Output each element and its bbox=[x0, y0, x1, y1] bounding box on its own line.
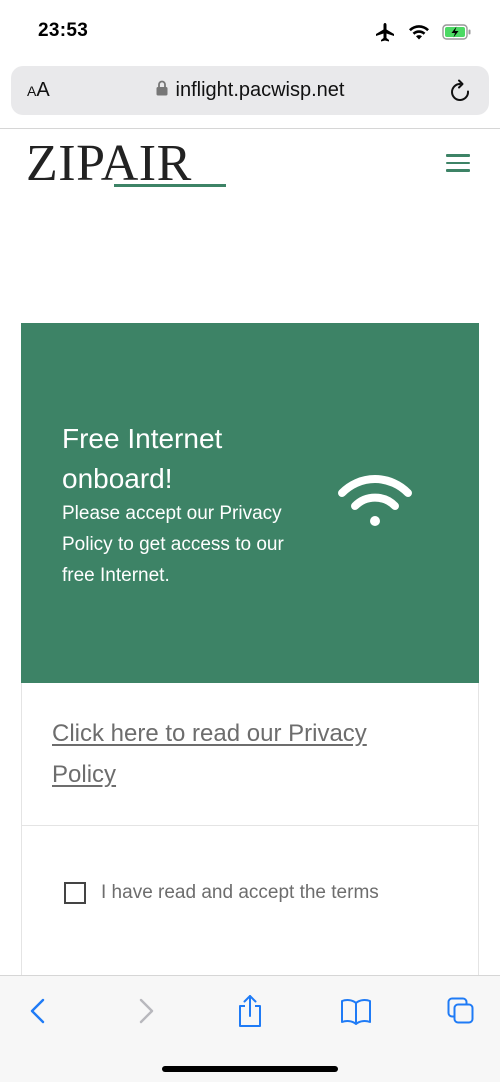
terms-label[interactable]: I have read and accept the terms bbox=[101, 882, 379, 904]
privacy-card: Click here to read our Privacy Policy I … bbox=[21, 683, 479, 983]
url-text: inflight.pacwisp.net bbox=[175, 79, 345, 101]
status-bar: 23:53 bbox=[0, 0, 500, 62]
reload-icon[interactable] bbox=[447, 78, 473, 104]
top-divider bbox=[0, 128, 500, 129]
share-icon[interactable] bbox=[235, 994, 265, 1027]
airplane-mode-icon bbox=[374, 22, 396, 42]
back-icon[interactable] bbox=[24, 996, 54, 1026]
logo-underline bbox=[114, 184, 226, 187]
hamburger-menu-icon[interactable] bbox=[446, 154, 472, 172]
wifi-status-icon bbox=[408, 23, 430, 41]
status-icons bbox=[374, 20, 472, 44]
battery-charging-icon bbox=[442, 24, 472, 40]
card-divider bbox=[22, 825, 478, 826]
url-display[interactable]: inflight.pacwisp.net bbox=[11, 79, 489, 102]
status-time: 23:53 bbox=[38, 20, 89, 41]
free-internet-banner: Free Internet onboard! Please accept our… bbox=[21, 323, 479, 683]
lock-icon bbox=[156, 80, 168, 101]
address-bar[interactable]: AA inflight.pacwisp.net bbox=[11, 66, 489, 115]
banner-title: Free Internet onboard! bbox=[62, 423, 223, 494]
tabs-icon[interactable] bbox=[446, 996, 476, 1026]
home-indicator bbox=[162, 1066, 338, 1072]
banner-text: Please accept our Privacy Policy to get … bbox=[62, 503, 284, 586]
zipair-logo[interactable]: ZIPAIR bbox=[26, 138, 192, 190]
accept-terms-checkbox[interactable] bbox=[64, 882, 86, 904]
terms-row[interactable]: I have read and accept the terms bbox=[64, 882, 379, 904]
wifi-icon bbox=[337, 471, 413, 531]
bookmarks-icon[interactable] bbox=[339, 996, 373, 1026]
privacy-policy-link[interactable]: Click here to read our Privacy Policy bbox=[52, 713, 422, 795]
forward-icon[interactable] bbox=[131, 996, 161, 1026]
